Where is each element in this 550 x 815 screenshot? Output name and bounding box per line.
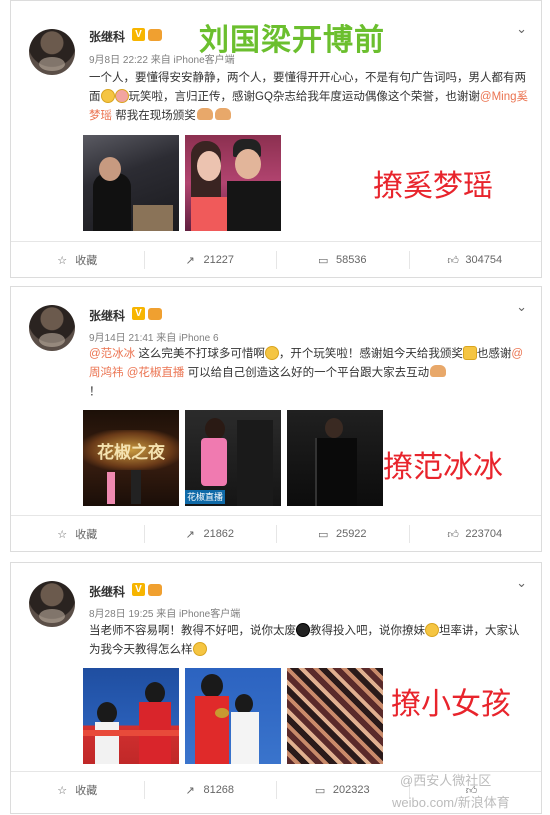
post-photo[interactable]: [83, 135, 179, 231]
photo-caption: 花椒之夜: [97, 443, 165, 462]
overlay-caption: 撩小女孩: [391, 687, 511, 722]
post-text: @范冰冰 这么完美不打球多可惜啊 ，开个玩笑啦！感谢姐今天给我颁奖 也感谢@周鸿祎 …: [89, 346, 524, 398]
comment-icon: ▭: [317, 529, 329, 541]
favorite-button[interactable]: ☆ 收藏: [11, 242, 144, 278]
pointing-down-emoji-icon: [462, 346, 477, 360]
comment-button[interactable]: ▭ 202323: [276, 772, 409, 808]
comment-button[interactable]: ▭ 25922: [276, 516, 409, 552]
repost-button[interactable]: ↗ 21227: [143, 242, 277, 278]
overlay-caption: 撩奚梦瑶: [373, 169, 493, 204]
thumbs-up-icon: 👍︎: [447, 255, 459, 267]
thumbs-up-icon: 👍︎: [447, 529, 459, 541]
action-bar: ☆ 收藏 ↗ 21227 ▭ 58536 👍︎ 304754: [11, 241, 541, 278]
praying-hands-icon: [430, 365, 447, 377]
post-photo[interactable]: 花椒直播: [185, 410, 281, 506]
post-source: 来自 iPhone客户端: [156, 609, 241, 620]
praying-hands-icon: [196, 108, 213, 120]
username[interactable]: 张继科: [89, 307, 125, 324]
avatar[interactable]: [29, 29, 75, 75]
mention-link[interactable]: @花椒直播: [127, 367, 185, 379]
shocked-emoji-icon: [296, 623, 310, 637]
like-button[interactable]: 👍︎ 223704: [408, 516, 542, 552]
star-icon: ☆: [57, 785, 68, 797]
star-icon: ☆: [57, 529, 68, 541]
smile-emoji-icon: [100, 89, 115, 103]
post-photo[interactable]: [287, 410, 383, 506]
weibo-post-2: 张继科 V 9月14日 21:41 来自 iPhone 6 ⌄ @范冰冰 这么完…: [10, 286, 542, 552]
post-photo[interactable]: [185, 135, 281, 231]
avatar[interactable]: [29, 305, 75, 351]
overlay-caption: 撩范冰冰: [383, 450, 503, 485]
chevron-down-icon[interactable]: ⌄: [516, 575, 527, 591]
post-meta: 8月28日 19:25 来自 iPhone客户端: [89, 605, 240, 620]
avatar[interactable]: [29, 581, 75, 627]
surprised-emoji-icon: [264, 346, 279, 360]
verified-badge-icon: V: [132, 583, 145, 596]
post-time[interactable]: 9月8日 22:22: [89, 55, 148, 66]
post-time[interactable]: 8月28日 19:25: [89, 609, 154, 620]
chevron-down-icon[interactable]: ⌄: [516, 21, 527, 37]
weibo-post-1: 张继科 V 9月8日 22:22 来自 iPhone客户端 ⌄ 刘国梁开博前 一…: [10, 0, 542, 278]
embarrassed-emoji-icon: [114, 89, 129, 103]
like-button[interactable]: 👍︎ 304754: [408, 242, 542, 278]
grin-emoji-icon: [192, 642, 207, 656]
comment-icon: ▭: [317, 255, 329, 267]
smirk-emoji-icon: [425, 623, 439, 637]
post-source: 来自 iPhone 6: [156, 333, 219, 344]
post-photo[interactable]: 花椒之夜: [83, 410, 179, 506]
repost-icon: ↗: [185, 529, 195, 541]
repost-button[interactable]: ↗ 21862: [143, 516, 277, 552]
overlay-title: 刘国梁开博前: [199, 23, 385, 58]
vip-crown-icon: [148, 308, 162, 320]
post-time[interactable]: 9月14日 21:41: [89, 333, 154, 344]
post-photo[interactable]: [83, 668, 179, 764]
verified-badge-icon: V: [132, 307, 145, 320]
repost-button[interactable]: ↗ 81268: [143, 772, 277, 808]
post-meta: 9月14日 21:41 来自 iPhone 6: [89, 329, 219, 344]
verified-badge-icon: V: [132, 28, 145, 41]
favorite-button[interactable]: ☆ 收藏: [11, 516, 144, 552]
watermark-line1: @西安人微社区: [400, 773, 492, 788]
post-text: 当老师不容易啊！教得不好吧，说你太废 教得投入吧，说你撩妹 坦率讲，大家认为我今天教…: [89, 623, 520, 656]
vip-crown-icon: [148, 29, 162, 41]
comment-button[interactable]: ▭ 58536: [276, 242, 409, 278]
vip-crown-icon: [148, 584, 162, 596]
mention-link[interactable]: @范冰冰: [89, 348, 135, 360]
post-photo[interactable]: [185, 668, 281, 764]
comment-icon: ▭: [314, 785, 326, 797]
username[interactable]: 张继科: [89, 583, 125, 600]
watermark-line2: weibo.com/新浪体育: [392, 795, 510, 810]
praying-hands-icon: [214, 108, 231, 120]
action-bar: ☆ 收藏 ↗ 21862 ▭ 25922 👍︎ 223704: [11, 515, 541, 552]
repost-icon: ↗: [185, 785, 195, 797]
repost-icon: ↗: [185, 255, 195, 267]
username[interactable]: 张继科: [89, 28, 125, 45]
star-icon: ☆: [57, 255, 68, 267]
favorite-button[interactable]: ☆ 收藏: [11, 772, 144, 808]
post-photo[interactable]: [287, 668, 383, 764]
chevron-down-icon[interactable]: ⌄: [516, 299, 527, 315]
post-text: 一个人，要懂得安安静静，两个人，要懂得开开心心，不是有句广告词吗，男人都有两面玩…: [89, 72, 528, 122]
